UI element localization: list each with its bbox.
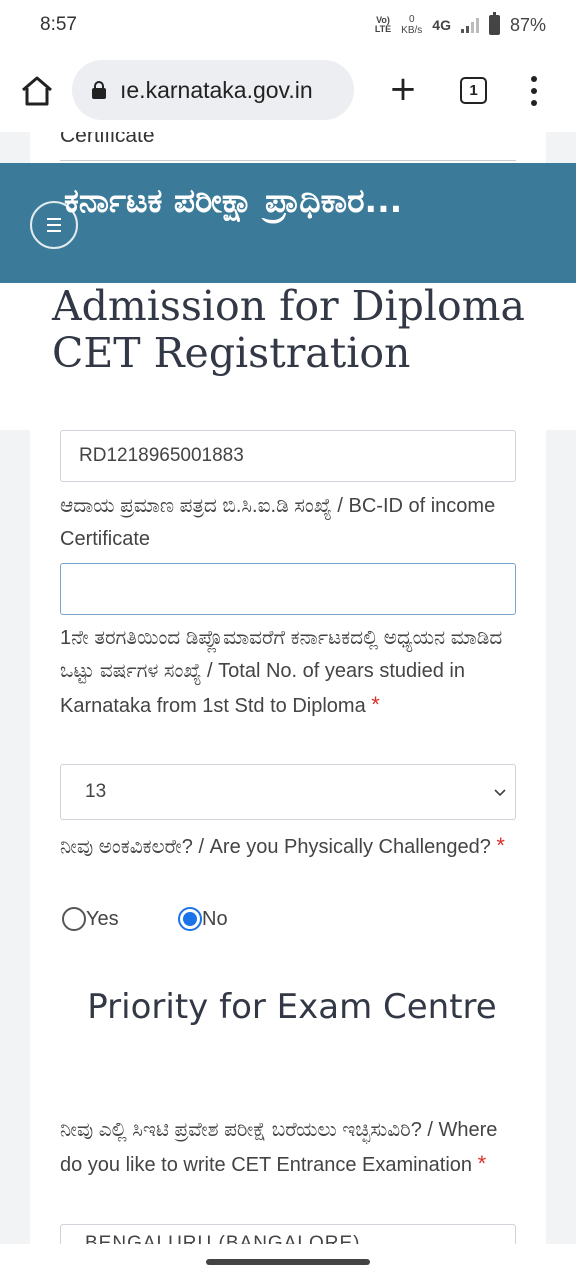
exam-centre-select[interactable]: BENGALURU (BANGALORE): [60, 1224, 516, 1244]
overflow-menu-icon[interactable]: [527, 76, 541, 106]
exam-centre-label: ನೀವು ಎಲ್ಲಿ ಸಿಇಟಿ ಪ್ರವೇಶ ಪರೀಕ್ಷೆ ಬರೆಯಲು ಇ…: [60, 1114, 520, 1182]
radio-option-yes[interactable]: Yes: [62, 907, 119, 931]
bcid-field[interactable]: [60, 563, 516, 615]
battery-icon: [488, 12, 500, 35]
radio-option-no[interactable]: No: [178, 907, 228, 931]
radio-yes[interactable]: [62, 907, 86, 931]
lock-icon: [92, 81, 106, 99]
network-speed: 0 KB/s: [401, 14, 422, 36]
years-studied-label: 1ನೇ ತರಗತಿಯಿಂದ ಡಿಪ್ಲೊಮಾವರೆಗೆ ಕರ್ನಾಟಕದಲ್ಲಿ…: [60, 622, 520, 723]
years-studied-select[interactable]: 13: [60, 764, 516, 820]
exam-centre-value: BENGALURU (BANGALORE): [85, 1233, 361, 1244]
exam-centre-text: ನೀವು ಎಲ್ಲಿ ಸಿಇಟಿ ಪ್ರವೇಶ ಪರೀಕ್ಷೆ ಬರೆಯಲು ಇ…: [60, 1119, 498, 1176]
years-studied-text: 1ನೇ ತರಗತಿಯಿಂದ ಡಿಪ್ಲೊಮಾವರೆಗೆ ಕರ್ನಾಟಕದಲ್ಲಿ…: [60, 627, 503, 717]
site-title: ಕರ್ನಾಟಕ ಪರೀಕ್ಷಾ ಪ್ರಾಧಿಕಾರ...: [64, 181, 403, 220]
page-title: Admission for Diploma CET Registration: [52, 282, 526, 377]
priority-heading: Priority for Exam Centre: [87, 987, 497, 1027]
tab-switcher-button[interactable]: 1: [460, 77, 487, 104]
browser-toolbar: ıe.karnataka.gov.in + 1: [0, 50, 576, 132]
scrolled-field-label: Certificate: [60, 132, 155, 147]
required-asterisk: *: [371, 692, 380, 717]
system-nav-bar: [0, 1244, 576, 1280]
radio-yes-label: Yes: [86, 907, 119, 930]
years-studied-value: 13: [85, 781, 107, 802]
challenged-label: ನೀವು ಅಂಕವಿಕಲರೇ? / Are you Physically Cha…: [60, 829, 520, 864]
site-header: ಕರ್ನಾಟಕ ಪರೀಕ್ಷಾ ಪ್ರಾಧಿಕಾರ...: [0, 163, 576, 283]
status-icons: Vo) LTE 0 KB/s 4G 87%: [374, 12, 546, 36]
status-bar: 8:57 Vo) LTE 0 KB/s 4G 87%: [0, 0, 576, 50]
address-bar[interactable]: ıe.karnataka.gov.in: [72, 60, 354, 120]
speed-unit: KB/s: [401, 25, 423, 36]
new-tab-button[interactable]: +: [388, 72, 418, 106]
page-title-block: Admission for Diploma CET Registration: [0, 283, 576, 430]
speed-value: 0: [408, 14, 415, 25]
bcid-label: ಆದಾಯ ಪ್ರಮಾಣ ಪತ್ರದ ಬಿ.ಸಿ.ಐ.ಡಿ ಸಂಖ್ಯೆ / BC…: [60, 495, 496, 550]
required-asterisk: *: [477, 1151, 487, 1176]
scrolled-field-edge: [60, 160, 516, 161]
rd-number-field[interactable]: RD1218965001883: [60, 430, 516, 482]
radio-no[interactable]: [178, 907, 202, 931]
gesture-handle[interactable]: [206, 1259, 370, 1265]
radio-no-label: No: [202, 907, 228, 930]
volte-icon: Vo) LTE: [374, 15, 392, 34]
network-type: 4G: [432, 17, 451, 33]
battery-level: 87%: [509, 14, 546, 35]
url-text: ıe.karnataka.gov.in: [120, 76, 313, 103]
challenged-text: ನೀವು ಅಂಕವಿಕಲರೇ? / Are you Physically Cha…: [60, 836, 491, 858]
required-asterisk: *: [496, 833, 505, 858]
web-page: Certificate ಕರ್ನಾಟಕ ಪರೀಕ್ಷಾ ಪ್ರಾಧಿಕಾರ...…: [0, 132, 576, 1244]
signal-icon: [460, 17, 479, 33]
chevron-down-icon: [494, 789, 506, 797]
challenged-radio-group: Yes No: [60, 907, 520, 937]
status-time: 8:57: [40, 14, 77, 35]
home-icon[interactable]: [18, 72, 56, 110]
